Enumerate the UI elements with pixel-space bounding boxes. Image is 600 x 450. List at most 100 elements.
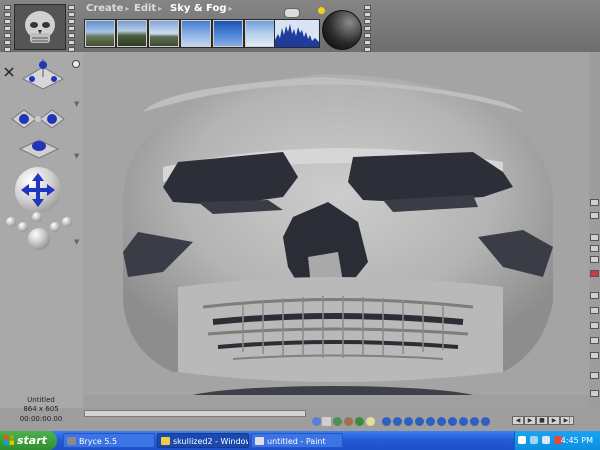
menu-edit-label: Edit — [134, 3, 157, 14]
render-sphere-icon[interactable] — [322, 10, 362, 50]
object-icon-10[interactable] — [481, 417, 490, 426]
camera-options-arrow-icon[interactable]: ▼ — [74, 100, 79, 108]
small-sphere-left-icon[interactable] — [6, 217, 16, 227]
menu-edit-arrow-icon: ▸ — [158, 4, 163, 13]
rewind-button[interactable]: ◀ — [512, 416, 524, 425]
top-toolbar: Create ▸ Edit ▸ Sky & Fog ▸ — [0, 0, 600, 52]
sky-preset-3[interactable] — [148, 19, 180, 48]
taskbar-button-bryce[interactable]: Bryce 5.5 — [63, 433, 155, 448]
task-label-paint: untitled - Paint — [267, 437, 326, 446]
stop-button[interactable]: ■ — [536, 416, 548, 425]
tool-icon-9[interactable] — [590, 372, 599, 379]
large-sphere-icon[interactable] — [28, 228, 50, 250]
timeline-scrubber[interactable] — [84, 410, 306, 417]
right-tool-panel — [589, 52, 600, 410]
small-sphere-mid-right-icon[interactable] — [50, 222, 60, 232]
rock-icon[interactable] — [344, 417, 353, 426]
pan-control[interactable] — [8, 102, 68, 136]
network-icon[interactable] — [530, 436, 538, 444]
object-icon-2[interactable] — [393, 417, 402, 426]
sky-preset-4[interactable] — [180, 19, 212, 48]
system-tray: 4:45 PM — [514, 431, 600, 450]
edit-icon[interactable] — [590, 212, 599, 219]
sun-icon[interactable] — [318, 7, 325, 14]
start-button[interactable]: start — [0, 431, 57, 450]
trackball-options-arrow-icon[interactable]: ▼ — [74, 238, 79, 246]
sphere-primitive-icon[interactable] — [312, 417, 321, 426]
tool-icon-5[interactable] — [590, 307, 599, 314]
end-button[interactable]: ▶| — [560, 416, 574, 425]
taskbar-button-explorer[interactable]: skullized2 - Windows ... — [157, 433, 249, 448]
record-icon[interactable] — [590, 270, 599, 277]
light-icon[interactable] — [366, 417, 375, 426]
tool-icon-1[interactable] — [590, 234, 599, 241]
animation-strip: Untitled 864 x 605 00:00:00.00 ◀ ▶ ■ ▶ ▶… — [0, 396, 600, 431]
left-vertical-strip[interactable] — [4, 5, 11, 52]
menu-create-arrow-icon: ▸ — [125, 4, 130, 13]
sky-preset-1[interactable] — [84, 19, 116, 48]
object-icon-1[interactable] — [382, 417, 391, 426]
cloud-icon[interactable] — [284, 8, 300, 18]
terrain-histogram-preview[interactable] — [274, 19, 320, 48]
small-sphere-right-icon[interactable] — [62, 217, 72, 227]
play-button[interactable]: ▶ — [524, 416, 536, 425]
document-title: Untitled — [27, 396, 55, 404]
tool-icon-2[interactable] — [590, 245, 599, 252]
object-icon-8[interactable] — [459, 417, 468, 426]
pan-options-arrow-icon[interactable]: ▼ — [74, 152, 79, 160]
tool-icon-6[interactable] — [590, 322, 599, 329]
tool-icon-8[interactable] — [590, 352, 599, 359]
object-icon-7[interactable] — [448, 417, 457, 426]
left-vertical-strip-2[interactable] — [68, 5, 75, 52]
small-sphere-mid-left-icon[interactable] — [18, 222, 28, 232]
start-label: start — [17, 434, 47, 447]
object-icon-3[interactable] — [404, 417, 413, 426]
menu-sky-fog-label: Sky & Fog — [170, 3, 227, 14]
object-icon-9[interactable] — [470, 417, 479, 426]
tool-icon-3[interactable] — [590, 256, 599, 263]
object-icon-6[interactable] — [437, 417, 446, 426]
brush-icon[interactable] — [590, 199, 599, 206]
nano-controls-panel: ▼ ▼ ▼ — [0, 52, 82, 410]
camera-view-icon[interactable] — [4, 62, 14, 77]
render-viewport[interactable] — [83, 52, 589, 408]
help-icon[interactable] — [518, 436, 526, 444]
volume-icon[interactable] — [542, 436, 550, 444]
windows-flag-icon — [4, 435, 14, 445]
paint-icon — [255, 437, 264, 445]
tool-icon-4[interactable] — [590, 292, 599, 299]
object-icon-5[interactable] — [426, 417, 435, 426]
bryce-icon — [67, 437, 76, 445]
object-icon-4[interactable] — [415, 417, 424, 426]
radio-dot-icon[interactable] — [72, 60, 80, 68]
small-sphere-top-icon[interactable] — [32, 212, 42, 222]
terrain-icon[interactable] — [333, 417, 342, 426]
task-label-bryce: Bryce 5.5 — [79, 437, 118, 446]
document-size: 864 x 605 — [23, 405, 59, 413]
menu-create-label: Create — [86, 3, 124, 14]
skull-preview-icon[interactable] — [14, 4, 66, 50]
right-vertical-strip[interactable] — [364, 5, 371, 52]
zoom-control[interactable] — [16, 136, 62, 162]
menu-sky-fog[interactable]: Sky & Fog ▸ — [170, 3, 233, 14]
tree-icon[interactable] — [355, 417, 364, 426]
windows-explorer-icon — [161, 437, 170, 445]
sky-preset-2[interactable] — [116, 19, 148, 48]
menu-edit[interactable]: Edit ▸ — [134, 3, 162, 14]
task-label-explorer: skullized2 - Windows ... — [173, 437, 248, 446]
cube-primitive-icon[interactable] — [322, 417, 331, 426]
camera-trackball[interactable] — [18, 57, 68, 91]
sky-preset-5[interactable] — [212, 19, 244, 48]
taskbar-button-paint[interactable]: untitled - Paint — [251, 433, 343, 448]
menu-sky-fog-arrow-icon: ▸ — [228, 4, 233, 13]
tool-icon-10[interactable] — [590, 390, 599, 397]
tool-icon-7[interactable] — [590, 337, 599, 344]
menu-create[interactable]: Create ▸ — [86, 3, 129, 14]
sky-preset-6[interactable] — [244, 19, 276, 48]
time-readout: 00:00:00.00 — [19, 415, 63, 423]
windows-taskbar: start Bryce 5.5 skullized2 - Windows ...… — [0, 431, 600, 450]
bryce-app: Create ▸ Edit ▸ Sky & Fog ▸ ▼ ▼ ▼ Untitl… — [0, 0, 600, 431]
forward-button[interactable]: ▶ — [548, 416, 560, 425]
taskbar-clock[interactable]: 4:45 PM — [561, 431, 593, 450]
move-trackball[interactable] — [15, 167, 61, 213]
